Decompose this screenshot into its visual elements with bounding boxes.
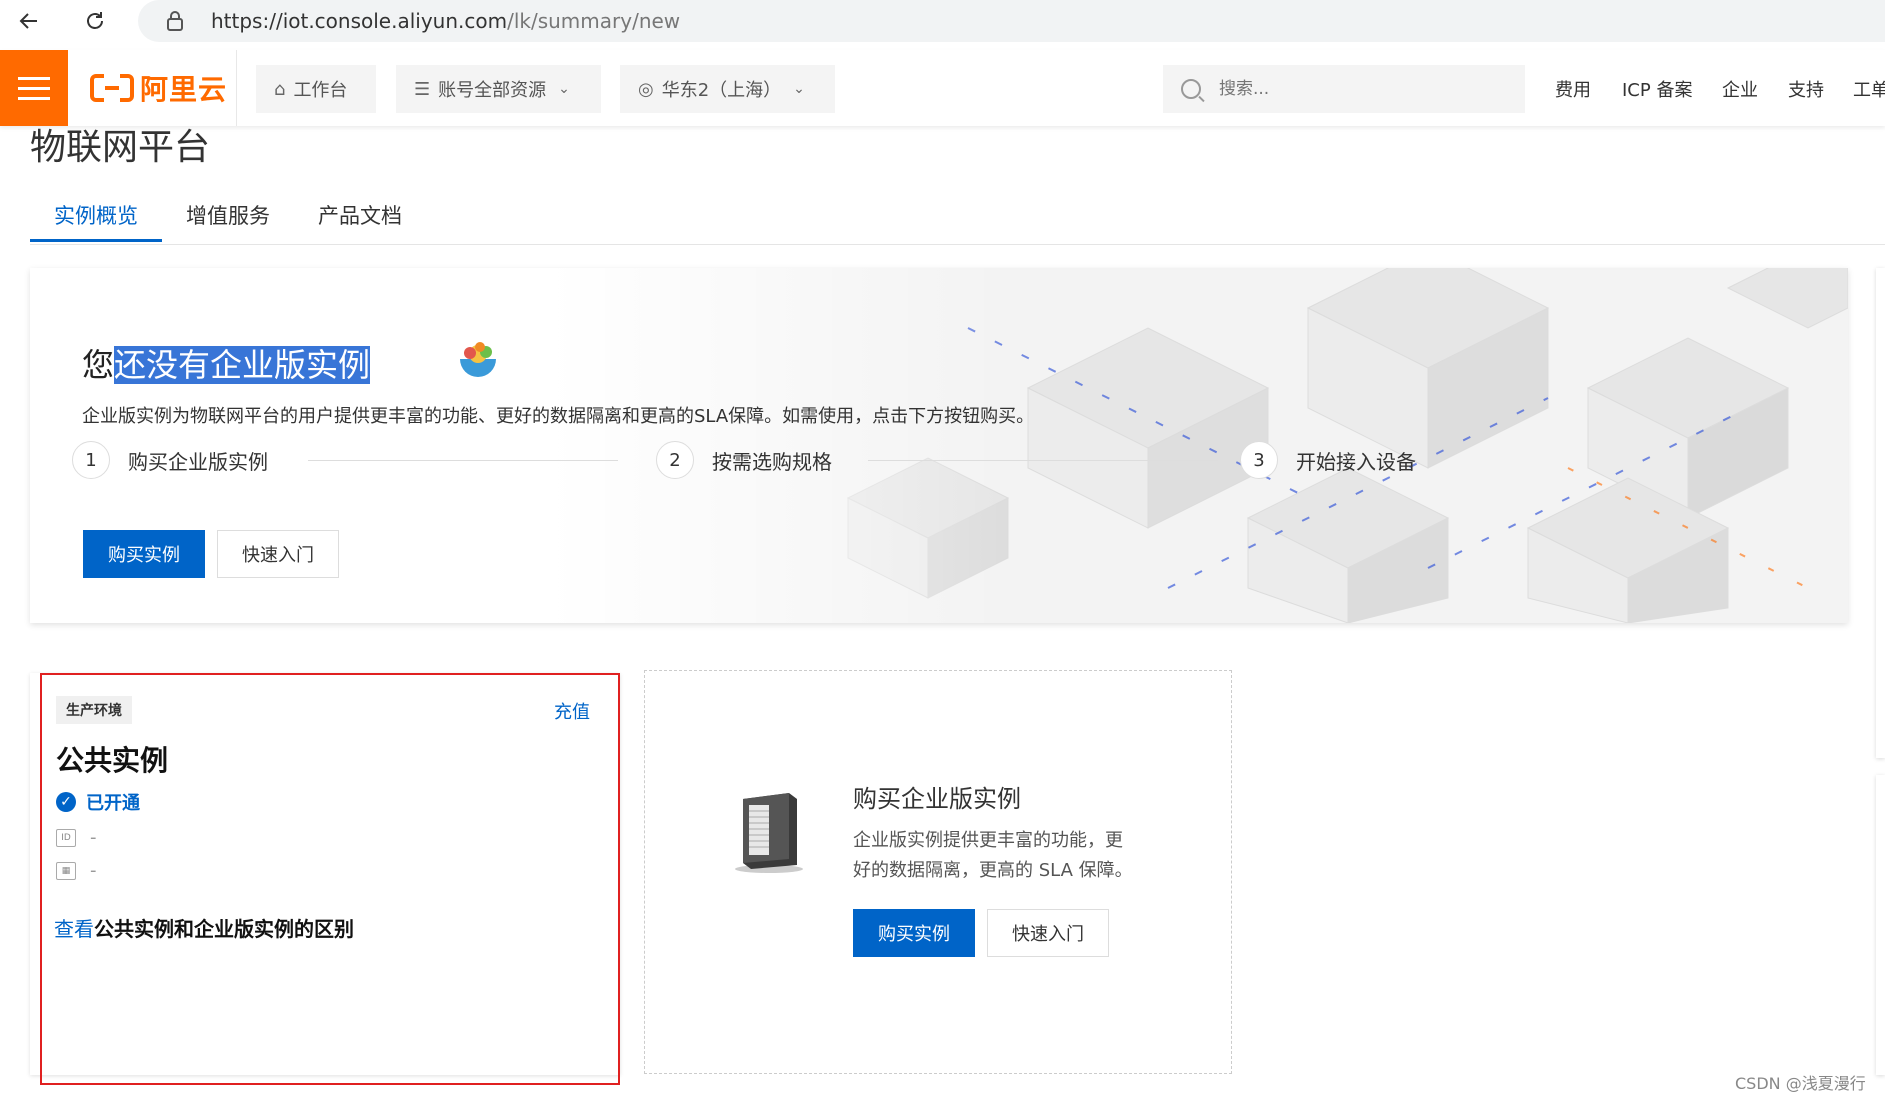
step-2: 2 按需选购规格 [656, 440, 832, 480]
active-tab-indicator [30, 239, 162, 242]
resource-group-dropdown[interactable]: ☰ 账号全部资源 ⌄ [396, 65, 601, 113]
browser-toolbar: https://iot.console.aliyun.com/lk/summar… [0, 0, 1885, 42]
salad-bowl-icon [460, 342, 496, 377]
logo-text: 阿里云 [140, 73, 228, 106]
step-label: 按需选购规格 [712, 449, 832, 474]
chevron-down-icon: ⌄ [558, 81, 570, 97]
nav-link-enterprise[interactable]: 企业 [1722, 76, 1758, 102]
region-dropdown[interactable]: ◎ 华东2（上海） ⌄ [620, 65, 835, 113]
step-3: 3 开始接入设备 [1240, 440, 1416, 480]
lock-icon[interactable] [166, 10, 184, 32]
tab-bar: 实例概览 增值服务 产品文档 [30, 200, 1885, 245]
step-number: 3 [1240, 441, 1278, 479]
workbench-label: 工作台 [293, 80, 348, 101]
tab-instance-overview[interactable]: 实例概览 [54, 200, 138, 244]
console-header: 阿里云 ⌂ 工作台 ☰ 账号全部资源 ⌄ ◎ 华东2（上海） ⌄ 费用 ICP … [0, 50, 1885, 126]
nav-link-ticket[interactable]: 工单 [1853, 76, 1885, 102]
workbench-button[interactable]: ⌂ 工作台 [256, 65, 376, 113]
search-box[interactable] [1163, 65, 1525, 113]
page-title: 物联网平台 [30, 127, 211, 168]
url-text[interactable]: https://iot.console.aliyun.com/lk/summar… [211, 9, 680, 33]
enterprise-card-desc-line2: 好的数据隔离，更高的 SLA 保障。 [853, 860, 1133, 881]
enterprise-promo-banner: 您还没有企业版实例 企业版实例为物联网平台的用户提供更丰富的功能、更好的数据隔离… [30, 268, 1848, 623]
step-number: 2 [656, 441, 694, 479]
nav-link-support[interactable]: 支持 [1788, 76, 1824, 102]
hamburger-menu-button[interactable] [0, 50, 68, 126]
step-connector [308, 460, 618, 461]
buy-enterprise-card: 购买企业版实例 企业版实例提供更丰富的功能，更 好的数据隔离，更高的 SLA 保… [644, 670, 1232, 1074]
back-arrow-icon[interactable] [12, 4, 46, 38]
server-icon [735, 793, 803, 873]
tab-product-docs[interactable]: 产品文档 [318, 200, 402, 244]
reload-icon[interactable] [78, 4, 112, 38]
nav-link-icp[interactable]: ICP 备案 [1622, 76, 1692, 102]
url-host: https://iot.console.aliyun.com [211, 9, 508, 33]
step-number: 1 [72, 441, 110, 479]
banner-description: 企业版实例为物联网平台的用户提供更丰富的功能、更好的数据隔离和更高的SLA保障。… [82, 406, 1035, 427]
search-input[interactable] [1217, 78, 1471, 100]
buy-instance-button[interactable]: 购买实例 [83, 530, 205, 578]
banner-title: 您还没有企业版实例 [82, 340, 371, 386]
step-label: 开始接入设备 [1296, 449, 1416, 474]
resource-stack-icon: ☰ [414, 78, 431, 100]
location-pin-icon: ◎ [638, 78, 654, 100]
tab-value-added-services[interactable]: 增值服务 [186, 200, 270, 244]
header-divider [236, 50, 237, 126]
aliyun-logo-icon [90, 74, 134, 102]
step-label: 购买企业版实例 [128, 449, 268, 474]
quick-start-button[interactable]: 快速入门 [987, 909, 1109, 957]
search-icon [1181, 79, 1201, 99]
banner-title-highlight: 还没有企业版实例 [114, 346, 371, 384]
buy-instance-button[interactable]: 购买实例 [853, 909, 975, 957]
address-bar[interactable]: https://iot.console.aliyun.com/lk/summar… [138, 0, 1885, 42]
resource-group-label: 账号全部资源 [438, 80, 547, 101]
highlight-annotation-box [40, 673, 620, 1085]
aliyun-logo[interactable]: 阿里云 [90, 71, 228, 106]
enterprise-card-desc-line1: 企业版实例提供更丰富的功能，更 [853, 830, 1123, 851]
quick-start-button[interactable]: 快速入门 [217, 530, 339, 578]
step-1: 1 购买企业版实例 [72, 440, 268, 480]
url-path: /lk/summary/new [507, 9, 681, 33]
chevron-down-icon: ⌄ [793, 81, 805, 97]
home-icon: ⌂ [274, 78, 286, 100]
step-connector [868, 460, 1218, 461]
region-label: 华东2（上海） [661, 80, 782, 101]
right-edge-panel [1876, 268, 1885, 758]
watermark: CSDN @浅夏漫行 [1735, 1074, 1866, 1093]
nav-link-fees[interactable]: 费用 [1555, 76, 1591, 102]
right-edge-panel [1876, 775, 1885, 1075]
banner-title-prefix: 您 [82, 346, 115, 384]
enterprise-card-title: 购买企业版实例 [853, 785, 1021, 813]
